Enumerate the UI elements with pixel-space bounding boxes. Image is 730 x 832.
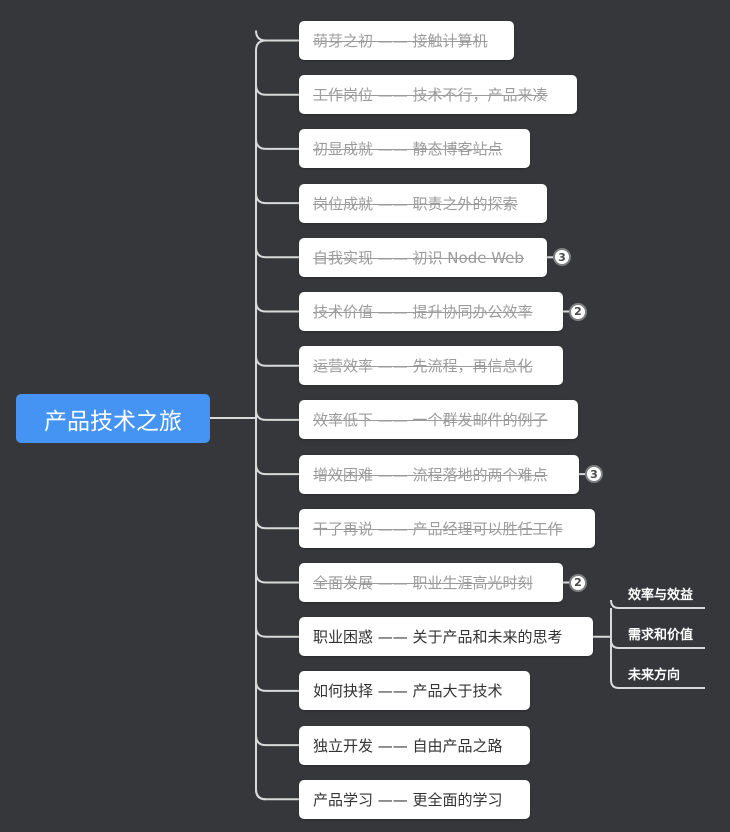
branch-connector — [255, 735, 299, 747]
branch-label: 萌芽之初 —— 接触计算机 — [313, 32, 488, 50]
root-topic[interactable]: 产品技术之旅 — [16, 394, 210, 443]
branch-node[interactable]: 如何抉择 —— 产品大于技术 — [299, 671, 530, 711]
branch-label: 效率低下 —— 一个群发邮件的例子 — [313, 411, 548, 430]
collapsed-count-badge[interactable]: 3 — [585, 465, 603, 484]
branch-connector — [255, 789, 299, 801]
branch-label: 增效困难 —— 流程落地的两个难点 — [313, 465, 548, 484]
branch-node[interactable]: 岗位成就 —— 职责之外的探索 — [299, 183, 547, 223]
branch-node[interactable]: 干了再说 —— 产品经理可以胜任工作 — [299, 508, 595, 548]
branch-connector — [255, 680, 299, 692]
branch-label: 独立开发 —— 自由产品之路 — [313, 736, 503, 755]
branch-node[interactable]: 职业困惑 —— 关于产品和未来的思考 — [299, 617, 593, 657]
branch-label: 职业困惑 —— 关于产品和未来的思考 — [313, 628, 563, 647]
subtopic-label[interactable]: 未来方向 — [628, 664, 680, 683]
branch-connector — [255, 84, 299, 96]
branch-node[interactable]: 自我实现 —— 初识 Node Web — [299, 237, 547, 277]
branch-connector — [255, 30, 299, 42]
root-topic-label: 产品技术之旅 — [44, 408, 182, 435]
branch-label: 运营效率 —— 先流程，再信息化 — [313, 357, 533, 376]
branch-connector — [255, 193, 299, 205]
branch-node[interactable]: 萌芽之初 —— 接触计算机 — [299, 21, 514, 60]
branch-node[interactable]: 产品学习 —— 更全面的学习 — [299, 779, 530, 819]
branch-connector — [255, 518, 299, 530]
branch-node[interactable]: 效率低下 —— 一个群发邮件的例子 — [299, 400, 578, 440]
branch-label: 自我实现 —— 初识 Node Web — [313, 248, 524, 267]
collapsed-count-badge[interactable]: 2 — [569, 302, 587, 321]
branch-label: 干了再说 —— 产品经理可以胜任工作 — [313, 519, 563, 538]
branch-label: 全面发展 —— 职业生涯高光时刻 — [313, 574, 533, 592]
branch-node[interactable]: 全面发展 —— 职业生涯高光时刻 — [299, 563, 563, 602]
collapsed-count-badge[interactable]: 2 — [569, 573, 587, 592]
branch-node[interactable]: 技术价值 —— 提升协同办公效率 — [299, 292, 563, 331]
branch-connector — [255, 355, 299, 367]
branch-connector — [255, 572, 299, 584]
subtopic-label[interactable]: 效率与效益 — [628, 584, 693, 603]
branch-connector — [255, 138, 299, 150]
branch-node[interactable]: 独立开发 —— 自由产品之路 — [299, 725, 530, 765]
branch-node[interactable]: 增效困难 —— 流程落地的两个难点 — [299, 454, 579, 494]
branch-connector — [255, 626, 299, 638]
branch-node[interactable]: 工作岗位 —— 技术不行，产品来凑 — [299, 75, 577, 115]
branch-connector — [255, 247, 299, 259]
branch-node[interactable]: 运营效率 —— 先流程，再信息化 — [299, 346, 563, 386]
subtopic-label[interactable]: 需求和价值 — [628, 624, 693, 643]
branch-label: 工作岗位 —— 技术不行，产品来凑 — [313, 86, 548, 105]
branch-connector — [255, 464, 299, 476]
branch-label: 初显成就 —— 静态博客站点 — [313, 140, 503, 159]
branch-label: 技术价值 —— 提升协同办公效率 — [313, 303, 533, 321]
branch-node[interactable]: 初显成就 —— 静态博客站点 — [299, 129, 530, 169]
branch-label: 如何抉择 —— 产品大于技术 — [313, 682, 503, 701]
branch-label: 岗位成就 —— 职责之外的探索 — [313, 194, 518, 213]
branch-label: 产品学习 —— 更全面的学习 — [313, 790, 503, 809]
branch-connector — [255, 301, 299, 313]
branch-connector — [255, 409, 299, 421]
